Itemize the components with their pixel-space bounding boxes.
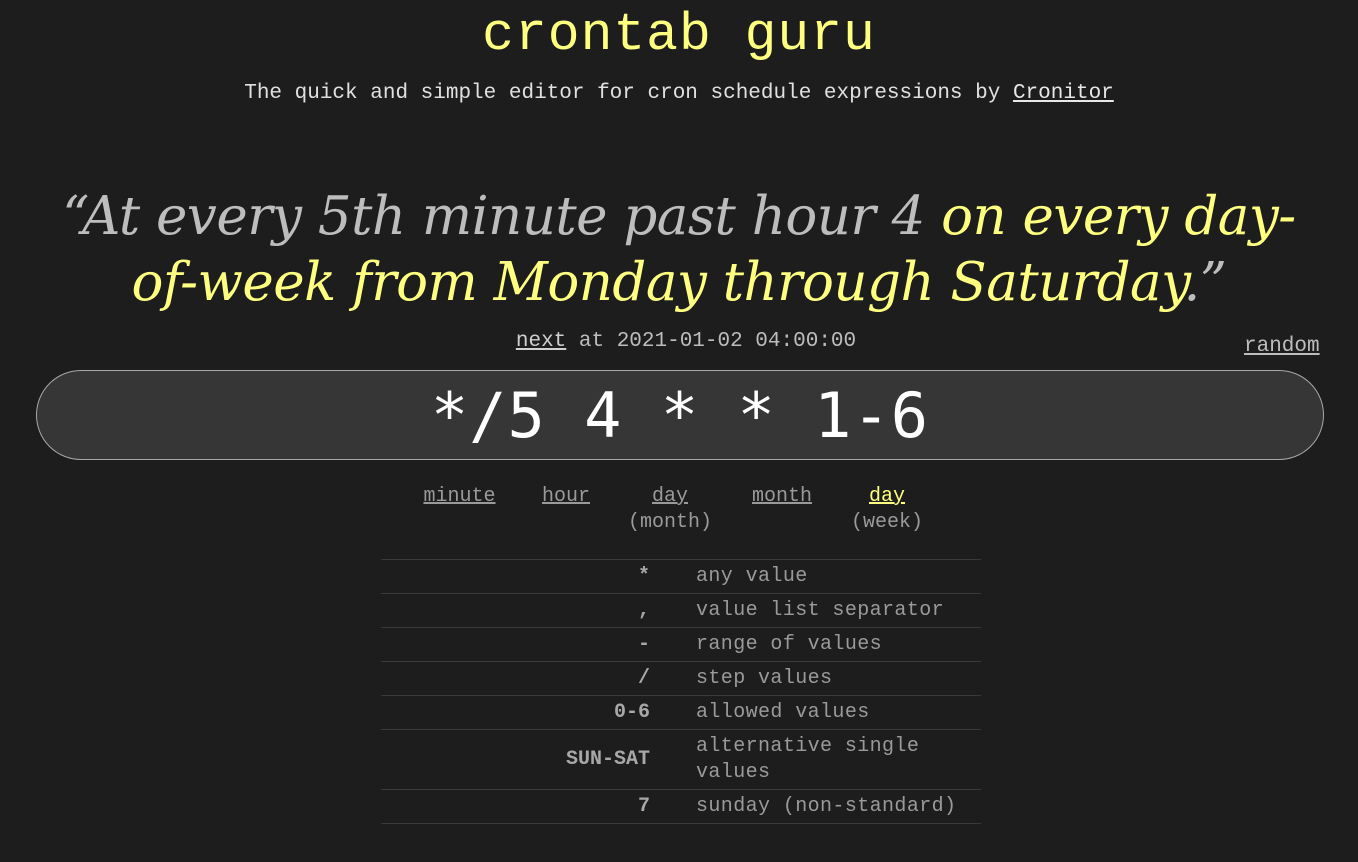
description-close-quote: .” bbox=[1183, 252, 1227, 313]
next-run-line: next at 2021-01-02 04:00:00 bbox=[0, 329, 1358, 355]
legend-description: any value bbox=[650, 559, 981, 594]
legend-description: range of values bbox=[650, 627, 981, 662]
legend-description: step values bbox=[650, 661, 981, 696]
legend-description: alternative single values bbox=[650, 729, 981, 790]
legend-symbol: 7 bbox=[381, 789, 650, 824]
legend-symbol: SUN-SAT bbox=[381, 729, 650, 790]
legend-row: , value list separator bbox=[381, 593, 981, 628]
tab-month[interactable]: month bbox=[746, 484, 818, 510]
crontab-guru-page: crontab guru The quick and simple editor… bbox=[0, 0, 1358, 862]
legend-symbol: - bbox=[381, 627, 650, 662]
tab-hour[interactable]: hour bbox=[538, 484, 594, 510]
cronitor-link[interactable]: Cronitor bbox=[1013, 82, 1114, 105]
legend-symbol: 0-6 bbox=[381, 695, 650, 730]
legend-description: allowed values bbox=[650, 695, 981, 730]
subtitle-text: The quick and simple editor for cron sch… bbox=[244, 82, 1013, 105]
description-plain: At every 5th minute past hour 4 bbox=[82, 186, 942, 247]
tab-hour-label: hour bbox=[541, 485, 590, 508]
next-run-time: at 2021-01-02 04:00:00 bbox=[566, 330, 857, 353]
cron-expression-input[interactable] bbox=[36, 370, 1324, 460]
legend-symbol: / bbox=[381, 661, 650, 696]
legend-description-line: alternative single bbox=[696, 734, 920, 758]
syntax-legend-table: * any value , value list separator - ran… bbox=[381, 559, 981, 824]
schedule-description: “At every 5th minute past hour 4 on ever… bbox=[30, 184, 1328, 316]
legend-description: sunday (non-standard) bbox=[650, 789, 981, 824]
legend-description-line: values bbox=[696, 760, 771, 784]
next-link[interactable]: next bbox=[516, 330, 566, 353]
legend-symbol: * bbox=[381, 559, 650, 594]
legend-row: * any value bbox=[381, 559, 981, 594]
legend-row: SUN-SAT alternative single values bbox=[381, 729, 981, 790]
field-tabs: minute hour day (month) month day (week) bbox=[0, 484, 1358, 544]
legend-row: 0-6 allowed values bbox=[381, 695, 981, 730]
tab-day-week[interactable]: day (week) bbox=[846, 484, 928, 536]
tab-day-month-label: day bbox=[651, 485, 688, 508]
site-subtitle: The quick and simple editor for cron sch… bbox=[0, 81, 1358, 107]
legend-row: - range of values bbox=[381, 627, 981, 662]
tab-minute-label: minute bbox=[423, 485, 496, 508]
legend-description: value list separator bbox=[650, 593, 981, 628]
tab-day-month-sub: (month) bbox=[627, 511, 712, 534]
legend-row: 7 sunday (non-standard) bbox=[381, 789, 981, 824]
random-link[interactable]: random bbox=[1244, 334, 1320, 360]
description-open-quote: “ bbox=[62, 186, 83, 247]
tab-day-week-sub: (week) bbox=[850, 511, 923, 534]
tab-minute[interactable]: minute bbox=[418, 484, 501, 510]
tab-day-week-label: day bbox=[868, 485, 905, 508]
site-title[interactable]: crontab guru bbox=[0, 4, 1358, 66]
tab-day-month[interactable]: day (month) bbox=[624, 484, 716, 536]
legend-row: / step values bbox=[381, 661, 981, 696]
tab-month-label: month bbox=[751, 485, 812, 508]
legend-symbol: , bbox=[381, 593, 650, 628]
